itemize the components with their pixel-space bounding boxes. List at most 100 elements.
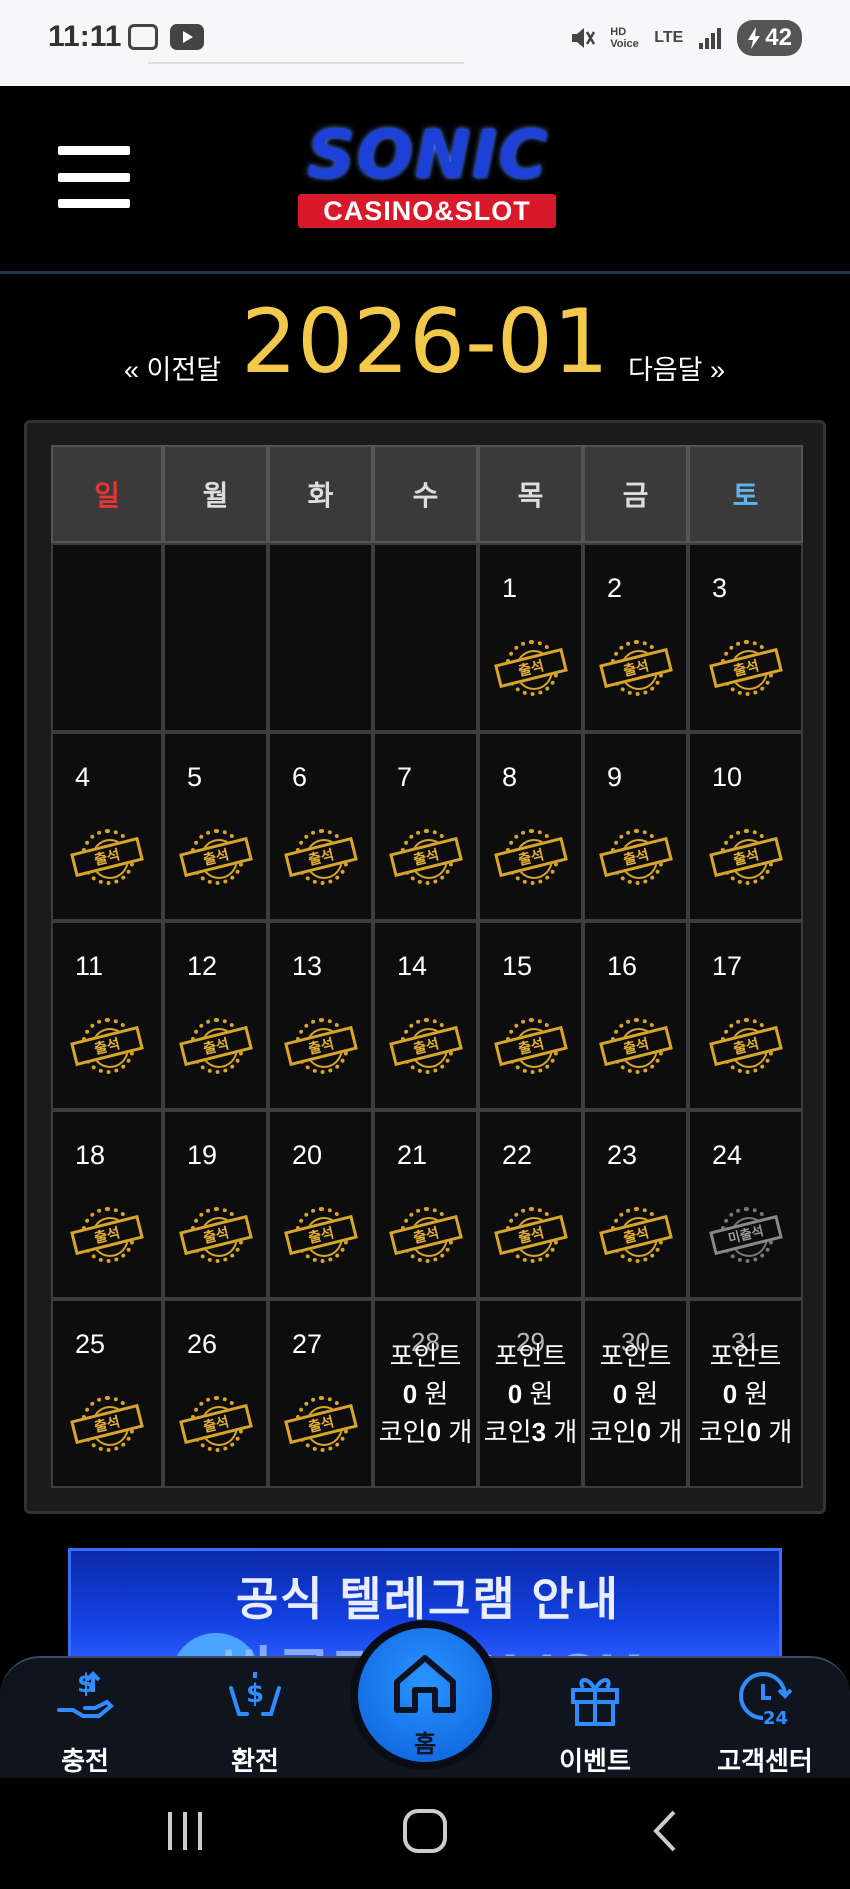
attendance-stamp-icon: 출석 [70, 829, 144, 885]
point-value: 0 [722, 1379, 738, 1409]
day-number: 4 [75, 762, 91, 792]
calendar-day-cell[interactable]: 31 포인트 0 원 코인0 개 [688, 1299, 803, 1488]
attendance-stamp-icon: 출석 [70, 1207, 144, 1263]
next-month-link[interactable]: 다음달 » [628, 348, 725, 387]
calendar-body: 1 출석 2 출석 3 출석 4 출석 5 출석 6 출석 7 출석 8 출석 9 출석 10 출석 11 출석 12 출석 1… [51, 543, 803, 1488]
deposit-icon: $ [57, 1669, 114, 1718]
calendar-day-cell[interactable]: 12 출석 [163, 921, 268, 1110]
calendar-day-cell[interactable]: 17 출석 [688, 921, 803, 1110]
coin-label: 코인 [378, 1417, 427, 1447]
calendar-day-cell[interactable]: 20 출석 [268, 1110, 373, 1299]
nav-charge[interactable]: $ 충전 [30, 1666, 140, 1778]
attendance-stamp-icon: 출석 [598, 1018, 673, 1074]
calendar-empty-cell [268, 543, 373, 732]
day-number: 13 [292, 951, 323, 981]
calendar-day-cell[interactable]: 22 출석 [478, 1110, 583, 1299]
calendar-day-cell[interactable]: 26 출석 [163, 1299, 268, 1488]
point-label: 포인트 [389, 1341, 462, 1371]
attendance-stamp-icon: 출석 [283, 1396, 358, 1452]
calendar-day-cell[interactable]: 16 출석 [583, 921, 688, 1110]
attendance-stamp-icon: 출석 [178, 829, 253, 885]
menu-icon[interactable] [58, 146, 130, 208]
day-number: 1 [502, 573, 518, 603]
nav-home-button[interactable]: 홈 [358, 1628, 492, 1762]
calendar-week-row: 18 출석 19 출석 20 출석 21 출석 22 출석 23 출석 24 미출석 [51, 1110, 803, 1299]
calendar-day-cell[interactable]: 30 포인트 0 원 코인0 개 [583, 1299, 688, 1488]
logo-sub-text: CASINO&SLOT [298, 194, 556, 228]
weekday-header: 일 월 화 수 목 금 토 [51, 445, 803, 543]
calendar-grid: 일 월 화 수 목 금 토 1 출석 2 출석 3 출석 4 출석 5 출석 6 출석 7 출석 8 출석 9 출… [51, 445, 803, 1488]
day-number: 23 [607, 1140, 638, 1170]
point-label: 포인트 [494, 1341, 567, 1371]
calendar-day-cell[interactable]: 21 출석 [373, 1110, 478, 1299]
calendar-day-cell[interactable]: 8 출석 [478, 732, 583, 921]
calendar-day-cell[interactable]: 2 출석 [583, 543, 688, 732]
nav-exchange[interactable]: $ 환전 [200, 1666, 310, 1778]
coin-value: 0 [746, 1417, 762, 1447]
attendance-stamp-icon: 출석 [178, 1207, 253, 1263]
day-number: 19 [187, 1140, 218, 1170]
nav-support[interactable]: 24 고객센터 [710, 1666, 820, 1778]
calendar-day-cell[interactable]: 27 출석 [268, 1299, 373, 1488]
calendar-day-cell[interactable]: 23 출석 [583, 1110, 688, 1299]
calendar-day-cell[interactable]: 4 출석 [51, 732, 163, 921]
coin-label: 코인 [698, 1417, 747, 1447]
calendar-day-cell[interactable]: 25 출석 [51, 1299, 163, 1488]
calendar-day-cell[interactable]: 18 출석 [51, 1110, 163, 1299]
attendance-stamp-icon: 출석 [598, 640, 673, 696]
calendar-day-cell[interactable]: 29 포인트 0 원 코인3 개 [478, 1299, 583, 1488]
day-reward-info: 31 포인트 0 원 코인0 개 [690, 1327, 801, 1451]
coin-unit: 개 [448, 1417, 473, 1447]
day-number: 21 [397, 1140, 428, 1170]
back-icon[interactable] [646, 1806, 686, 1856]
home-system-icon[interactable] [400, 1806, 450, 1856]
day-number: 10 [712, 762, 743, 792]
calendar-day-cell[interactable]: 5 출석 [163, 732, 268, 921]
calendar-week-row: 4 출석 5 출석 6 출석 7 출석 8 출석 9 출석 10 출석 [51, 732, 803, 921]
logo-main-text: SONIC [307, 116, 549, 193]
nav-event[interactable]: 이벤트 [540, 1666, 650, 1778]
point-unit: 원 [634, 1379, 659, 1409]
day-number: 3 [712, 573, 728, 603]
nav-charge-label: 충전 [61, 1746, 109, 1776]
day-number: 18 [75, 1140, 106, 1170]
coin-unit: 개 [553, 1417, 578, 1447]
nav-exchange-label: 환전 [231, 1746, 279, 1776]
day-number: 7 [397, 762, 413, 792]
calendar-day-cell[interactable]: 6 출석 [268, 732, 373, 921]
point-value: 0 [402, 1379, 418, 1409]
calendar-day-cell[interactable]: 19 출석 [163, 1110, 268, 1299]
attendance-stamp-icon: 출석 [283, 1018, 358, 1074]
day-number: 20 [292, 1140, 323, 1170]
attendance-stamp-icon: 출석 [708, 1018, 783, 1074]
calendar-day-cell[interactable]: 10 출석 [688, 732, 803, 921]
site-logo[interactable]: SONIC CASINO&SLOT [278, 116, 578, 236]
calendar-day-cell[interactable]: 13 출석 [268, 921, 373, 1110]
banner-title: 공식 텔레그램 안내 [235, 1573, 621, 1625]
calendar-day-cell[interactable]: 11 출석 [51, 921, 163, 1110]
withdraw-icon: $ [229, 1672, 281, 1716]
coin-label: 코인 [588, 1417, 637, 1447]
day-number: 2 [607, 573, 623, 603]
day-number: 12 [187, 951, 218, 981]
attendance-stamp-icon: 출석 [178, 1018, 253, 1074]
calendar-day-cell[interactable]: 3 출석 [688, 543, 803, 732]
status-time: 11:11 [48, 20, 122, 53]
coin-value: 0 [426, 1417, 442, 1447]
coin-label: 코인 [483, 1417, 532, 1447]
svg-text:$: $ [246, 1679, 264, 1709]
attendance-stamp-icon: 출석 [493, 829, 568, 885]
weekday-sat: 토 [688, 445, 803, 543]
calendar-day-cell[interactable]: 28 포인트 0 원 코인0 개 [373, 1299, 478, 1488]
day-number: 15 [502, 951, 533, 981]
attendance-stamp-icon: 출석 [598, 1207, 673, 1263]
calendar-day-cell[interactable]: 7 출석 [373, 732, 478, 921]
recent-apps-icon[interactable] [160, 1808, 210, 1854]
month-navigation: 2026-01 « 이전달 다음달 » [0, 290, 850, 400]
calendar-day-cell[interactable]: 1 출석 [478, 543, 583, 732]
calendar-day-cell[interactable]: 9 출석 [583, 732, 688, 921]
calendar-day-cell[interactable]: 14 출석 [373, 921, 478, 1110]
calendar-day-cell[interactable]: 15 출석 [478, 921, 583, 1110]
calendar-day-cell[interactable]: 24 미출석 [688, 1110, 803, 1299]
prev-month-link[interactable]: « 이전달 [124, 348, 221, 387]
